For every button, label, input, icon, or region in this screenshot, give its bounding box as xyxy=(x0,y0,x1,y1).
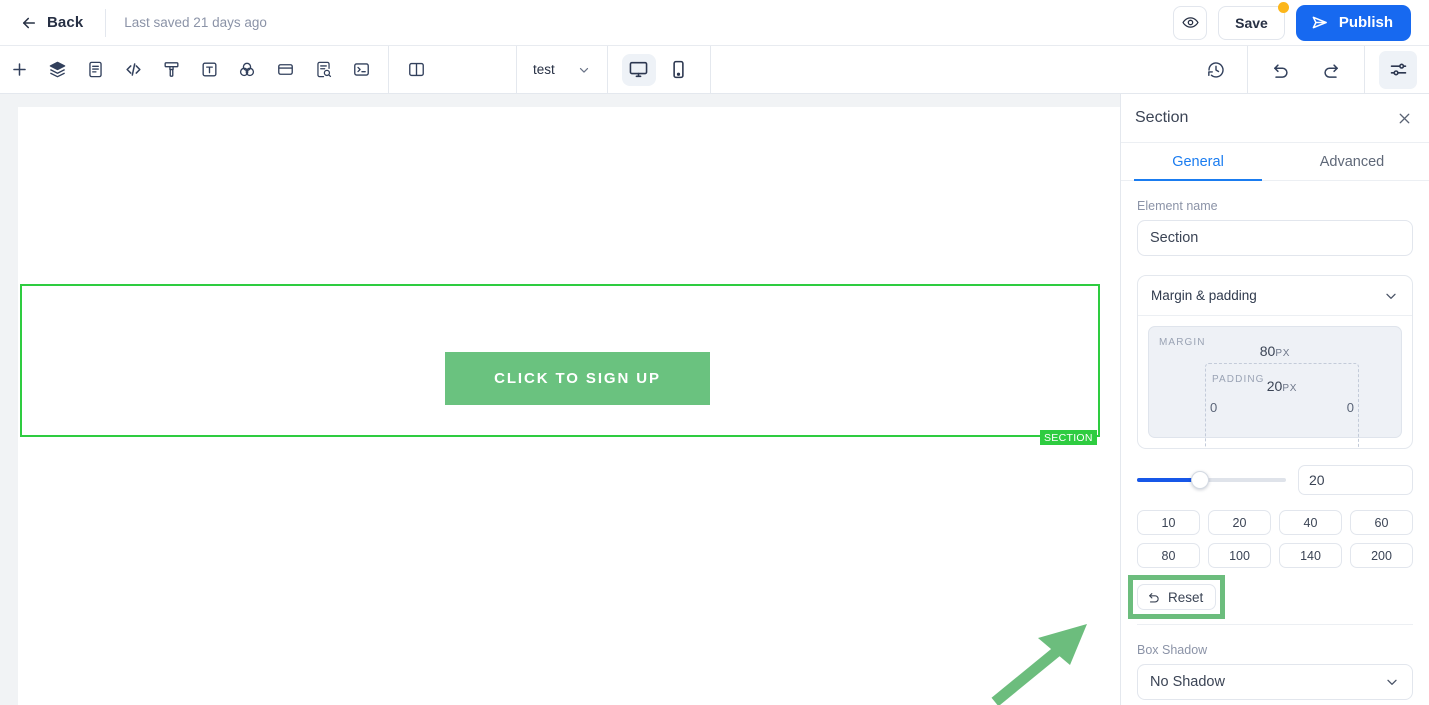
toolbar-divider-5 xyxy=(1247,45,1248,94)
device-toggle-group xyxy=(608,53,710,86)
panel-body: Element name Margin & padding MARGIN 80P… xyxy=(1121,199,1429,705)
box-shadow-select[interactable]: No Shadow xyxy=(1137,664,1413,700)
value-input[interactable] xyxy=(1299,466,1412,494)
margin-padding-title: Margin & padding xyxy=(1151,288,1257,303)
box-shadow-value: No Shadow xyxy=(1150,674,1225,690)
preset-100[interactable]: 100 xyxy=(1208,543,1271,568)
reset-button-wrapper: Reset xyxy=(1128,575,1226,619)
split-panel-icon[interactable] xyxy=(397,51,435,89)
selected-section-outline[interactable] xyxy=(20,284,1100,437)
panel-header: Section xyxy=(1121,94,1429,143)
back-label: Back xyxy=(47,14,84,31)
reset-button[interactable]: Reset xyxy=(1137,584,1217,610)
padding-left-value[interactable]: 0 xyxy=(1210,400,1217,415)
toolbar-divider-1 xyxy=(388,45,389,94)
preset-40[interactable]: 40 xyxy=(1279,510,1342,535)
tab-advanced[interactable]: Advanced xyxy=(1275,143,1429,180)
padding-slider[interactable] xyxy=(1137,468,1286,492)
pages-icon[interactable] xyxy=(76,51,114,89)
save-button-wrapper: Save xyxy=(1218,1,1289,40)
preset-values-grid: 10 20 40 60 80 100 140 200 xyxy=(1137,510,1413,568)
value-slider-row: px xyxy=(1137,465,1413,495)
preset-20[interactable]: 20 xyxy=(1208,510,1271,535)
device-desktop[interactable] xyxy=(621,53,656,86)
editor-toolbar: test xyxy=(0,45,1429,94)
panel-tabs: General Advanced xyxy=(1121,143,1429,181)
padding-top-value[interactable]: 20PX xyxy=(1206,378,1358,394)
device-mobile[interactable] xyxy=(662,54,696,86)
add-icon[interactable] xyxy=(0,51,38,89)
margin-padding-header[interactable]: Margin & padding xyxy=(1138,276,1412,316)
panel-title: Section xyxy=(1135,109,1189,126)
history-icon[interactable] xyxy=(1197,51,1235,89)
code-icon[interactable] xyxy=(114,51,152,89)
seo-icon[interactable] xyxy=(304,51,342,89)
console-icon[interactable] xyxy=(342,51,380,89)
preview-button[interactable] xyxy=(1173,5,1208,40)
toolbar-left-icons xyxy=(0,46,380,94)
section-badge: SECTION xyxy=(1040,430,1097,445)
element-name-label: Element name xyxy=(1137,199,1218,213)
box-shadow-label: Box Shadow xyxy=(1137,643,1208,657)
margin-padding-accordion: Margin & padding MARGIN 80PX PADDING 20P… xyxy=(1137,275,1413,449)
page-selector[interactable]: test xyxy=(517,46,607,94)
typography-icon[interactable] xyxy=(190,51,228,89)
chevron-down-icon[interactable] xyxy=(1383,288,1399,304)
canvas-area: CLICK TO SIGN UP SECTION xyxy=(0,94,1120,705)
toolbar-divider-4 xyxy=(709,45,711,94)
unsaved-changes-badge xyxy=(1277,1,1289,13)
send-icon xyxy=(1311,13,1330,32)
margin-top-value[interactable]: 80PX xyxy=(1149,343,1401,359)
back-button[interactable]: Back xyxy=(0,0,105,46)
undo-icon[interactable] xyxy=(1262,51,1300,89)
reset-label: Reset xyxy=(1168,589,1204,605)
tab-general[interactable]: General xyxy=(1121,143,1275,181)
chevron-down-icon xyxy=(577,63,591,77)
preset-140[interactable]: 140 xyxy=(1279,543,1342,568)
padding-box[interactable]: PADDING 20PX 0 0 xyxy=(1205,363,1359,448)
preset-10[interactable]: 10 xyxy=(1137,510,1200,535)
top-bar-actions: Save Publish xyxy=(1173,1,1429,41)
value-number-field: px xyxy=(1298,465,1413,495)
publish-button[interactable]: Publish xyxy=(1295,4,1411,41)
colors-icon[interactable] xyxy=(228,51,266,89)
preset-200[interactable]: 200 xyxy=(1350,543,1413,568)
redo-icon[interactable] xyxy=(1312,51,1350,89)
settings-panel: Section General Advanced Element name Ma… xyxy=(1120,94,1429,705)
undo-icon xyxy=(1147,590,1161,604)
eye-icon xyxy=(1182,14,1199,31)
top-bar: Back Last saved 21 days ago Save Publish xyxy=(0,0,1429,46)
arrow-left-icon xyxy=(20,14,38,32)
toolbar-right-icons xyxy=(1185,45,1429,94)
preset-60[interactable]: 60 xyxy=(1350,510,1413,535)
margin-padding-body: MARGIN 80PX PADDING 20PX 0 0 xyxy=(1138,316,1412,448)
last-saved-text: Last saved 21 days ago xyxy=(124,15,267,30)
slider-thumb[interactable] xyxy=(1190,471,1209,489)
box-shadow-wrapper: No Shadow xyxy=(1137,664,1413,700)
theme-brush-icon[interactable] xyxy=(152,51,190,89)
publish-label: Publish xyxy=(1338,14,1393,31)
panel-divider xyxy=(1137,624,1413,625)
layers-icon[interactable] xyxy=(38,51,76,89)
close-icon[interactable] xyxy=(1396,110,1413,127)
page-name-label: test xyxy=(533,62,555,77)
padding-right-value[interactable]: 0 xyxy=(1347,400,1354,415)
chevron-down-icon xyxy=(1384,674,1400,690)
settings-sliders-icon[interactable] xyxy=(1379,50,1417,89)
forms-icon[interactable] xyxy=(266,51,304,89)
save-button[interactable]: Save xyxy=(1218,5,1285,40)
element-name-input[interactable] xyxy=(1137,220,1413,256)
toolbar-divider-6 xyxy=(1364,45,1365,94)
margin-box[interactable]: MARGIN 80PX PADDING 20PX 0 0 xyxy=(1148,326,1402,448)
preset-80[interactable]: 80 xyxy=(1137,543,1200,568)
